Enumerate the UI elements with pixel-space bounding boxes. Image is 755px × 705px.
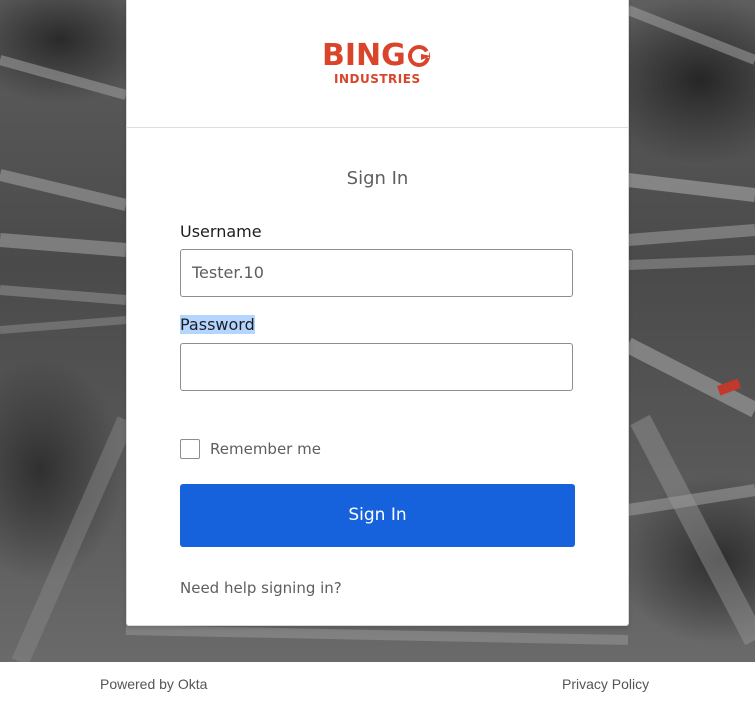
bingo-industries-logo: BING INDUSTRIES	[322, 40, 437, 90]
help-link[interactable]: Need help signing in?	[180, 579, 342, 597]
sign-in-button[interactable]: Sign In	[180, 484, 575, 547]
remember-me-checkbox[interactable]	[180, 439, 200, 459]
form-title: Sign In	[346, 168, 409, 189]
logo-wordmark: BING	[322, 38, 406, 73]
privacy-policy-link[interactable]: Privacy Policy	[562, 676, 649, 692]
username-label: Username	[180, 222, 262, 241]
footer: Powered by Okta Privacy Policy	[0, 662, 755, 705]
password-label-text: Password	[180, 315, 255, 334]
remember-me-label[interactable]: Remember me	[210, 439, 321, 459]
logo-o-arrow-icon	[408, 45, 431, 67]
powered-by-okta-link[interactable]: Powered by Okta	[100, 676, 207, 692]
logo-subtitle: INDUSTRIES	[334, 72, 421, 86]
login-card: BING INDUSTRIES Sign In Username Tester.…	[126, 0, 629, 626]
username-input[interactable]: Tester.10	[180, 249, 573, 297]
card-header: BING INDUSTRIES	[127, 0, 628, 128]
password-label: Password	[180, 315, 255, 334]
password-input[interactable]	[180, 343, 573, 391]
